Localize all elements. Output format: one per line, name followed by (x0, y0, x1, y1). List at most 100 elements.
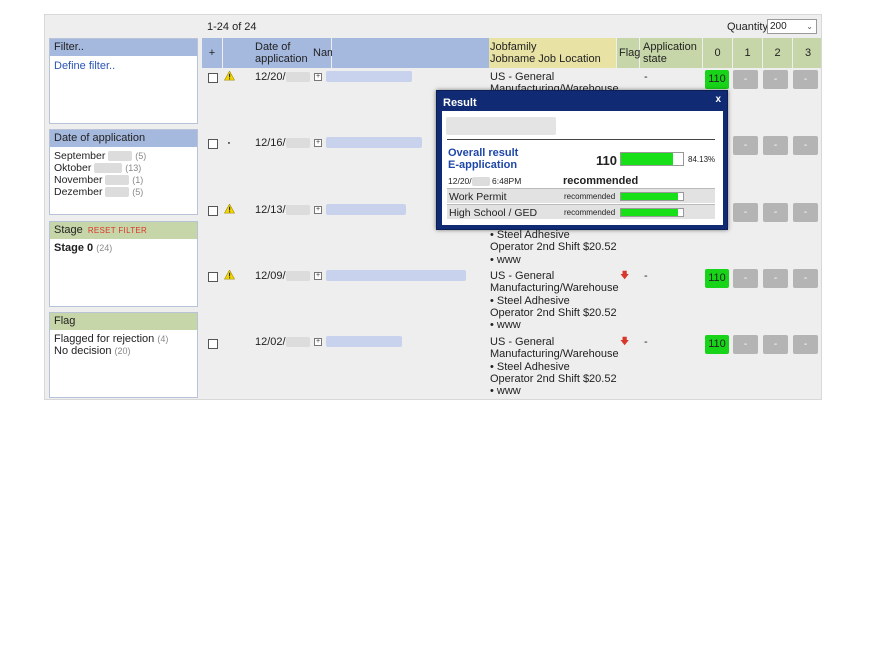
select-all-header[interactable]: + (202, 38, 222, 68)
date-column-header[interactable]: Date of application (255, 41, 315, 65)
define-filter-link[interactable]: Define filter.. (54, 60, 115, 72)
date-item-count: (5) (132, 187, 144, 197)
row-date: 12/09/ (255, 270, 310, 282)
flag-down-arrow-icon[interactable]: 🡇 (620, 268, 629, 284)
expand-plus-icon[interactable]: + (314, 206, 322, 214)
score-2-button[interactable]: - (763, 136, 788, 155)
application-state: - (644, 270, 648, 282)
row-checkbox[interactable] (208, 139, 218, 149)
date-item-count: (13) (125, 163, 142, 173)
expand-plus-icon[interactable]: + (314, 139, 322, 147)
applicant-name-redacted[interactable] (326, 270, 466, 281)
date-item-oktober[interactable]: Oktober (13) (54, 162, 193, 174)
redacted-year (108, 151, 133, 162)
criterion-bar (620, 192, 684, 201)
score-1-button[interactable]: - (733, 335, 758, 354)
row-date: 12/02/ (255, 336, 310, 348)
applicant-name-redacted[interactable] (326, 137, 422, 148)
redacted-year (285, 205, 310, 216)
date-item-label: Oktober (54, 162, 92, 174)
expand-plus-icon[interactable]: + (314, 338, 322, 346)
column-1-header[interactable]: 1 (733, 38, 762, 68)
date-panel-title: Date of application (50, 130, 197, 147)
score-3-button[interactable]: - (793, 335, 818, 354)
reset-filter-link[interactable]: Reset filter (88, 226, 147, 235)
applicant-name-redacted[interactable] (326, 71, 412, 82)
column-3-header[interactable]: 3 (793, 38, 821, 68)
job-line: Manufacturing/Warehouse (490, 348, 619, 361)
result-timestamp: 12/20/ 6:48PM (448, 176, 521, 187)
score-2-button[interactable]: - (763, 203, 788, 222)
column-2-header[interactable]: 2 (763, 38, 792, 68)
popup-body: Overall result E-application 110 84.13% … (442, 111, 723, 225)
overall-score: 110 (596, 153, 617, 168)
jobfamily-column-header[interactable]: Jobfamily Jobname Job Location (489, 38, 616, 68)
row-checkbox[interactable] (208, 272, 218, 282)
score-1-button[interactable]: - (733, 269, 758, 288)
row-date: 12/20/ (255, 71, 310, 83)
redacted-year (285, 271, 310, 282)
expand-plus-icon[interactable]: + (314, 272, 322, 280)
table-row[interactable]: 12/02/ + US - General Manufacturing/Ware… (202, 334, 821, 399)
job-cell: • Steel Adhesive Operator 2nd Shift $20.… (490, 229, 620, 266)
column-0-header[interactable]: 0 (703, 38, 732, 68)
date-item-dezember[interactable]: Dezember (5) (54, 186, 193, 198)
progress-fill (621, 153, 674, 165)
score-3-button[interactable]: - (793, 136, 818, 155)
date-item-count: (5) (135, 151, 147, 161)
criterion-row: High School / GED recommended (447, 204, 715, 219)
filter-panel: Filter.. Define filter.. (49, 38, 198, 124)
score-2-button[interactable]: - (763, 269, 788, 288)
applicant-name-redacted[interactable] (326, 336, 402, 347)
row-checkbox[interactable] (208, 73, 218, 83)
flag-panel-title: Flag (50, 313, 197, 330)
row-date: 12/16/ (255, 137, 310, 149)
overall-result-link[interactable]: Overall result E-application (448, 147, 518, 171)
overall-progress-bar (620, 152, 684, 166)
applicant-name-redacted (446, 117, 556, 135)
close-icon[interactable]: x (715, 94, 721, 105)
score-3-button[interactable]: - (793, 269, 818, 288)
date-of-application-panel: Date of application September (5) Oktobe… (49, 129, 198, 215)
score-2-button[interactable]: - (763, 335, 788, 354)
flag-item-rejection[interactable]: Flagged for rejection (4) (54, 333, 193, 345)
job-cell: US - General Manufacturing/Warehouse • S… (490, 270, 620, 331)
row-checkbox[interactable] (208, 206, 218, 216)
redacted-year (285, 337, 310, 348)
date-item-september[interactable]: September (5) (54, 150, 193, 162)
score-2-button[interactable]: - (763, 70, 788, 89)
date-item-november[interactable]: November (1) (54, 174, 193, 186)
applicant-name-redacted[interactable] (326, 204, 406, 215)
overall-percent: 84.13% (688, 155, 716, 164)
expand-plus-icon[interactable]: + (314, 73, 322, 81)
redacted-year (285, 138, 310, 149)
criterion-status: recommended (564, 208, 616, 217)
score-1-button[interactable]: - (733, 70, 758, 89)
stage-item-count: (24) (96, 243, 113, 253)
score-1-button[interactable]: - (733, 203, 758, 222)
state-header-label: Application state (643, 41, 697, 65)
score-3-button[interactable]: - (793, 70, 818, 89)
quantity-label: Quantity (727, 21, 768, 33)
flag-column-header[interactable]: Flag (617, 38, 640, 68)
jobfamily-label: Jobfamily (490, 41, 537, 53)
flag-item-no-decision[interactable]: No decision (20) (54, 345, 193, 357)
score-0-badge[interactable]: 110 (705, 70, 729, 89)
criterion-row: Work Permit recommended (447, 188, 715, 203)
flag-down-arrow-icon[interactable]: 🡇 (620, 334, 629, 350)
table-row[interactable]: 12/09/ + US - General Manufacturing/Ware… (202, 267, 821, 334)
date-item-label: November (54, 174, 103, 186)
application-state-header[interactable]: Application state (640, 38, 702, 68)
progress-fill (621, 209, 679, 216)
date-item-label: Dezember (54, 186, 103, 198)
result-count: 1-24 of 24 (207, 21, 257, 33)
e-application-label: E-application (448, 159, 518, 171)
score-1-button[interactable]: - (733, 136, 758, 155)
header-area-left: Date of application Name (223, 38, 342, 68)
stage-item-0[interactable]: Stage 0 (24) (54, 242, 193, 254)
score-0-badge[interactable]: 110 (705, 269, 729, 288)
quantity-select[interactable]: 200 ⌄ (767, 19, 817, 34)
score-3-button[interactable]: - (793, 203, 818, 222)
row-checkbox[interactable] (208, 339, 218, 349)
score-0-badge[interactable]: 110 (705, 335, 729, 354)
